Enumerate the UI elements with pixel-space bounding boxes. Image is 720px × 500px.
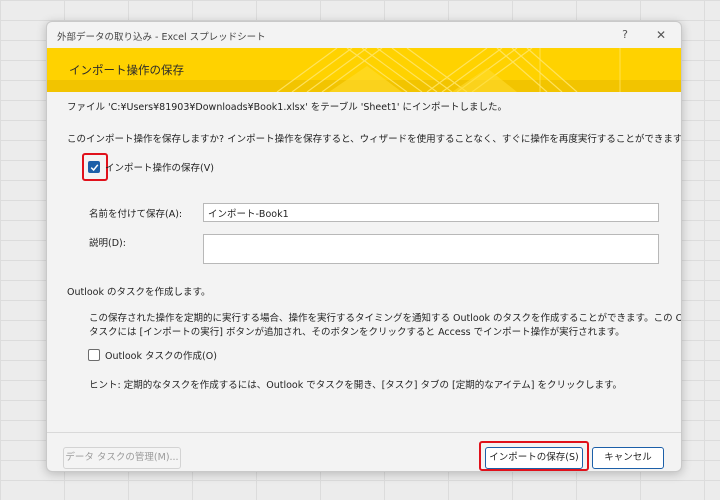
window-title: 外部データの取り込み - Excel スプレッドシート <box>57 32 266 43</box>
cancel-button[interactable]: キャンセル <box>592 447 664 469</box>
outlook-task-checkbox[interactable] <box>88 349 100 361</box>
help-button[interactable]: ? <box>615 26 635 44</box>
description-label: 説明(D): <box>89 238 126 249</box>
wizard-banner: インポート操作の保存 <box>47 48 681 92</box>
outlook-task-checkbox-label[interactable]: Outlook タスクの作成(O) <box>105 348 217 362</box>
save-question-text: このインポート操作を保存しますか? インポート操作を保存すると、ウィザードを使用… <box>67 134 682 145</box>
hint-text: ヒント: 定期的なタスクを作成するには、Outlook でタスクを開き、[タスク… <box>89 380 623 391</box>
outlook-heading: Outlook のタスクを作成します。 <box>67 287 211 298</box>
banner-title: インポート操作の保存 <box>69 63 184 77</box>
save-import-button[interactable]: インポートの保存(S) <box>485 447 583 469</box>
save-as-label: 名前を付けて保存(A): <box>89 209 183 220</box>
outlook-info-line-1: この保存された操作を定期的に実行する場合、操作を実行するタイミングを通知する O… <box>89 313 682 324</box>
save-as-name-input[interactable] <box>203 203 659 222</box>
manage-data-tasks-button[interactable]: データ タスクの管理(M)... <box>63 447 181 469</box>
description-input[interactable] <box>203 234 659 264</box>
import-save-dialog: 外部データの取り込み - Excel スプレッドシート ? ✕ インポート操作の… <box>46 21 682 472</box>
footer-divider <box>47 432 681 433</box>
import-status-text: ファイル 'C:¥Users¥81903¥Downloads¥Book1.xls… <box>67 102 508 113</box>
save-import-checkbox[interactable] <box>88 161 100 173</box>
title-bar: 外部データの取り込み - Excel スプレッドシート ? ✕ <box>47 22 681 48</box>
checkmark-icon <box>90 164 99 172</box>
close-button[interactable]: ✕ <box>650 26 672 44</box>
outlook-info-line-2: タスクには [インポートの実行] ボタンが追加され、そのボタンをクリックすると … <box>89 327 625 338</box>
save-import-checkbox-label[interactable]: インポート操作の保存(V) <box>105 160 214 174</box>
